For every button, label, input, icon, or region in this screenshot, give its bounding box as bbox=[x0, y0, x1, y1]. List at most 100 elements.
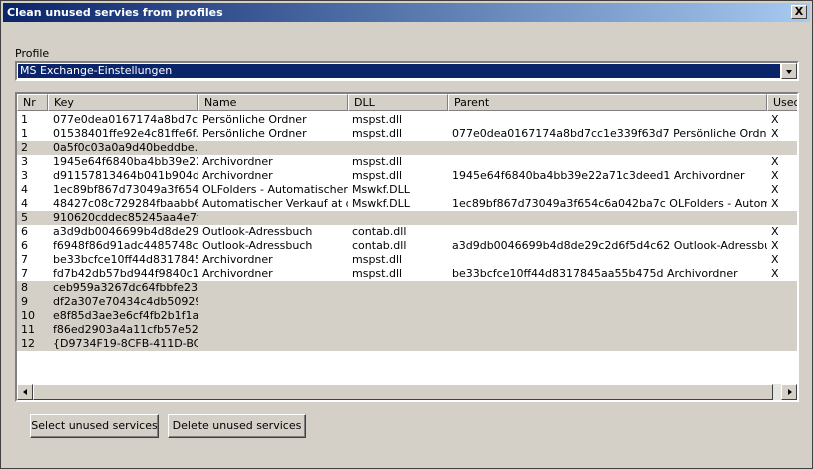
table-row[interactable]: 6 f6948f86d91adc4485748c... Outlook-Adress… bbox=[17, 239, 797, 253]
cell-parent: 1ec89bf867d73049a3f654c6a042ba7c OLFolde… bbox=[452, 197, 767, 210]
cell-parent: 1945e64f6840ba4bb39e22a71c3deed1 Archivo… bbox=[452, 169, 745, 182]
table-row[interactable]: 4 48427c08c729284fbaabb6... Automatischer … bbox=[17, 197, 797, 211]
column-header-parent[interactable]: Parent bbox=[448, 94, 767, 111]
cell-key: {D9734F19-8CFB-411D-BC... bbox=[53, 337, 198, 350]
cell-parent bbox=[452, 141, 767, 155]
table-row[interactable]: 9 df2a307e70434c4db50929... bbox=[17, 295, 797, 309]
scroll-left-button[interactable] bbox=[17, 384, 33, 400]
column-header-key[interactable]: Key bbox=[48, 94, 198, 111]
arrow-left-icon bbox=[23, 389, 27, 395]
profile-label: Profile bbox=[15, 47, 50, 60]
cell-key: be33bcfce10ff44d8317845... bbox=[53, 253, 198, 266]
cell-used: X bbox=[771, 155, 779, 168]
cell-key: e8f85d3ae3e6cf4fb2b1f1a... bbox=[53, 309, 198, 322]
cell-name bbox=[202, 281, 348, 295]
cell-dll bbox=[352, 323, 447, 337]
cell-used bbox=[771, 309, 795, 323]
cell-used bbox=[771, 141, 795, 155]
cell-key: 01538401ffe92e4c81ffe6f... bbox=[53, 127, 198, 140]
cell-key: d91157813464b041b904df... bbox=[53, 169, 198, 182]
cell-nr: 4 bbox=[21, 197, 28, 210]
horizontal-scrollbar[interactable] bbox=[17, 384, 797, 400]
cell-parent bbox=[452, 155, 767, 169]
cell-name: Archivordner bbox=[202, 155, 273, 168]
table-row[interactable]: 12 {D9734F19-8CFB-411D-BC... bbox=[17, 337, 797, 351]
services-list[interactable]: Nr Key Name DLL Parent Used 1 077e0dea016… bbox=[15, 92, 799, 402]
cell-nr: 9 bbox=[21, 295, 28, 308]
cell-name: Persönliche Ordner bbox=[202, 113, 307, 126]
cell-used: X bbox=[771, 225, 779, 238]
cell-nr: 3 bbox=[21, 169, 28, 182]
dialog-window: Clean unused servies from profiles X Pro… bbox=[0, 0, 813, 469]
cell-dll: mspst.dll bbox=[352, 113, 403, 126]
cell-dll: contab.dll bbox=[352, 239, 407, 252]
cell-name bbox=[202, 323, 348, 337]
cell-key: 48427c08c729284fbaabb6... bbox=[53, 197, 198, 210]
cell-name bbox=[202, 211, 348, 225]
cell-parent bbox=[452, 211, 767, 225]
column-header-dll[interactable]: DLL bbox=[348, 94, 448, 111]
cell-dll bbox=[352, 295, 447, 309]
cell-used: X bbox=[771, 183, 779, 196]
cell-nr: 8 bbox=[21, 281, 28, 294]
table-row[interactable]: 10 e8f85d3ae3e6cf4fb2b1f1a... bbox=[17, 309, 797, 323]
cell-name: Archivordner bbox=[202, 169, 273, 182]
cell-dll bbox=[352, 337, 447, 351]
profile-selected-value: MS Exchange-Einstellungen bbox=[18, 64, 780, 78]
cell-name: Archivordner bbox=[202, 253, 273, 266]
cell-nr: 5 bbox=[21, 211, 28, 224]
cell-used: X bbox=[771, 197, 779, 210]
cell-nr: 6 bbox=[21, 239, 28, 252]
cell-nr: 3 bbox=[21, 155, 28, 168]
cell-parent bbox=[452, 295, 767, 309]
table-row[interactable]: 4 1ec89bf867d73049a3f654... OLFolders - Au… bbox=[17, 183, 797, 197]
table-row[interactable]: 7 be33bcfce10ff44d8317845... Archivordner m… bbox=[17, 253, 797, 267]
cell-parent bbox=[452, 337, 767, 351]
cell-used: X bbox=[771, 127, 779, 140]
delete-unused-button[interactable]: Delete unused services bbox=[168, 414, 306, 438]
column-header-used[interactable]: Used bbox=[767, 94, 797, 111]
scroll-thumb[interactable] bbox=[33, 384, 773, 400]
cell-nr: 1 bbox=[21, 113, 28, 126]
cell-dll: mspst.dll bbox=[352, 155, 403, 168]
table-row[interactable]: 7 fd7b42db57bd944f9840c1... Archivordner ms… bbox=[17, 267, 797, 281]
list-rows: 1 077e0dea0167174a8bd7c... Persönliche Ord… bbox=[17, 113, 797, 351]
profile-dropdown[interactable]: MS Exchange-Einstellungen bbox=[15, 61, 799, 81]
table-row[interactable]: 6 a3d9db0046699b4d8de29... Outlook-Adressb… bbox=[17, 225, 797, 239]
cell-key: 910620cddec85245aa4e7f... bbox=[53, 211, 198, 224]
cell-used bbox=[771, 295, 795, 309]
cell-name bbox=[202, 337, 348, 351]
close-button[interactable]: X bbox=[791, 5, 807, 19]
cell-parent bbox=[452, 309, 767, 323]
cell-parent bbox=[452, 253, 767, 267]
title-bar[interactable]: Clean unused servies from profiles X bbox=[3, 3, 810, 22]
cell-name: OLFolders - Automatischer ... bbox=[202, 183, 348, 196]
table-row[interactable]: 3 1945e64f6840ba4bb39e22... Archivordner ms… bbox=[17, 155, 797, 169]
close-icon: X bbox=[794, 5, 804, 18]
cell-used: X bbox=[771, 169, 779, 182]
cell-name: Outlook-Adressbuch bbox=[202, 225, 313, 238]
table-row[interactable]: 8 ceb959a3267dc64fbbfe23... bbox=[17, 281, 797, 295]
cell-parent: 077e0dea0167174a8bd7cc1e339f63d7 Persönl… bbox=[452, 127, 767, 140]
table-row[interactable]: 11 f86ed2903a4a11cfb57e52... bbox=[17, 323, 797, 337]
chevron-down-icon bbox=[786, 70, 792, 74]
cell-name bbox=[202, 295, 348, 309]
column-header-name[interactable]: Name bbox=[198, 94, 348, 111]
cell-dll: mspst.dll bbox=[352, 169, 403, 182]
cell-used: X bbox=[771, 253, 779, 266]
cell-dll: Mswkf.DLL bbox=[352, 183, 410, 196]
cell-key: 1ec89bf867d73049a3f654... bbox=[53, 183, 198, 196]
table-row[interactable]: 1 01538401ffe92e4c81ffe6f... Persönliche O… bbox=[17, 127, 797, 141]
table-row[interactable]: 5 910620cddec85245aa4e7f... bbox=[17, 211, 797, 225]
table-row[interactable]: 2 0a5f0c03a0a9d40beddbe... bbox=[17, 141, 797, 155]
table-row[interactable]: 3 d91157813464b041b904df... Archivordner ms… bbox=[17, 169, 797, 183]
column-header-nr[interactable]: Nr bbox=[17, 94, 48, 111]
cell-dll bbox=[352, 309, 447, 323]
cell-key: 1945e64f6840ba4bb39e22... bbox=[53, 155, 198, 168]
select-unused-button[interactable]: Select unused services bbox=[30, 414, 159, 438]
cell-parent bbox=[452, 323, 767, 337]
scroll-right-button[interactable] bbox=[781, 384, 797, 400]
table-row[interactable]: 1 077e0dea0167174a8bd7c... Persönliche Ord… bbox=[17, 113, 797, 127]
cell-nr: 4 bbox=[21, 183, 28, 196]
dropdown-button[interactable] bbox=[781, 63, 797, 79]
